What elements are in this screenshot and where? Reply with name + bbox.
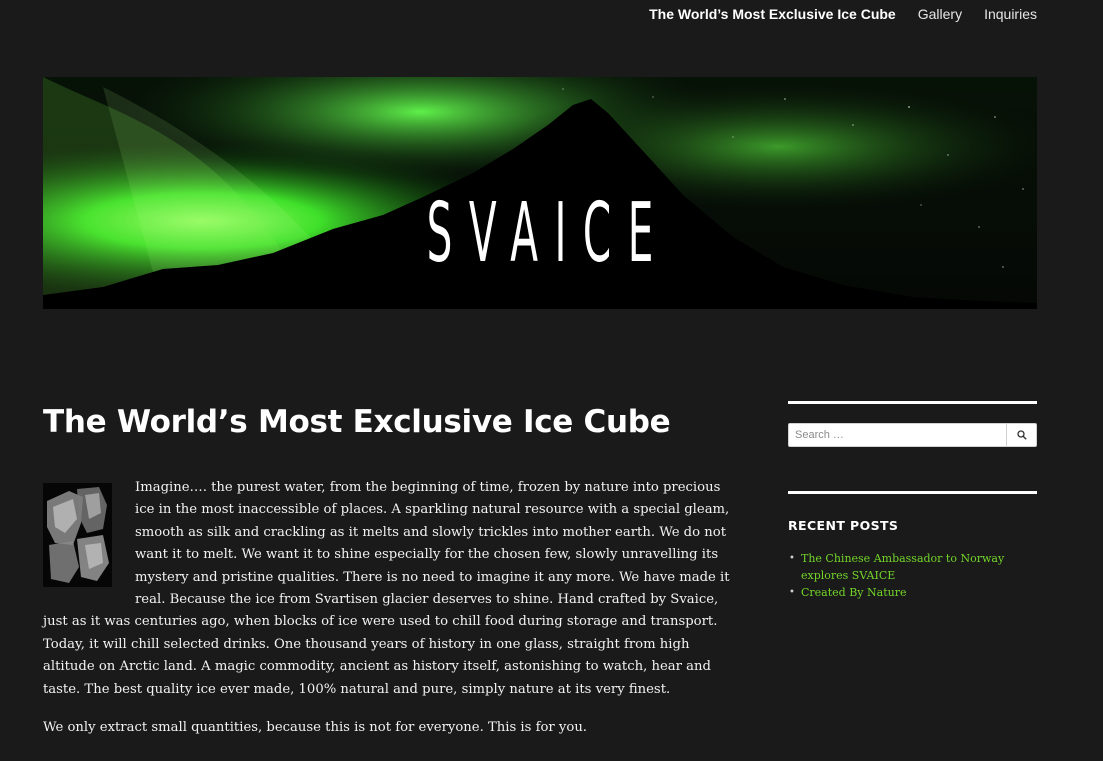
search-input[interactable] [789, 424, 1006, 446]
article-paragraph: We only extract small quantities, becaus… [43, 720, 588, 736]
sidebar: RECENT POSTS The Chinese Ambassador to N… [788, 401, 1037, 601]
search-form [788, 423, 1037, 447]
nav-link-gallery[interactable]: Gallery [918, 5, 962, 23]
recent-post-link[interactable]: The Chinese Ambassador to Norway explore… [801, 552, 1004, 582]
site-title[interactable]: SVAICE [267, 189, 814, 279]
main-navigation: The World’s Most Exclusive Ice Cube Gall… [649, 5, 1037, 23]
header-banner-image[interactable]: SVAICE [43, 77, 1037, 309]
nav-link-inquiries[interactable]: Inquiries [984, 5, 1037, 23]
article-body: Imagine…. the purest water, from the beg… [43, 477, 743, 755]
recent-post-link[interactable]: Created By Nature [801, 586, 906, 599]
nav-link-home[interactable]: The World’s Most Exclusive Ice Cube [649, 5, 896, 23]
search-button[interactable] [1006, 424, 1036, 446]
list-item: The Chinese Ambassador to Norway explore… [788, 550, 1037, 584]
recent-posts-list: The Chinese Ambassador to Norway explore… [788, 550, 1037, 601]
ice-cube-thumbnail[interactable] [43, 483, 112, 587]
ice-cube-image [43, 483, 112, 587]
list-item: Created By Nature [788, 584, 1037, 601]
recent-posts-heading: RECENT POSTS [788, 518, 899, 533]
widget-divider [788, 401, 1037, 404]
page-title: The World’s Most Exclusive Ice Cube [43, 404, 671, 440]
widget-divider [788, 491, 1037, 494]
search-icon [1016, 430, 1027, 440]
article-paragraph: Imagine…. the purest water, from the beg… [43, 480, 730, 697]
